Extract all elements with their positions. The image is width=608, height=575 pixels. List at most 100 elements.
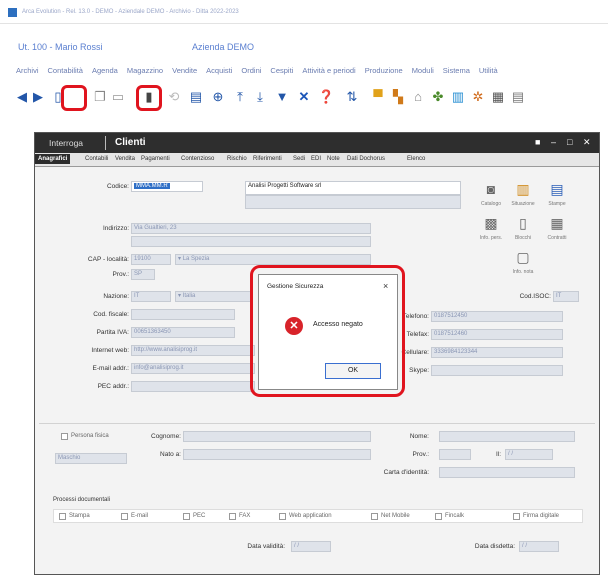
cellulare-input[interactable]: 3336984123344 [431, 347, 563, 358]
tab-note[interactable]: Note [327, 156, 340, 162]
filter-icon[interactable]: ▼ [274, 89, 290, 105]
print-icon[interactable]: ▤ [188, 89, 204, 105]
cognome-input[interactable] [183, 431, 371, 442]
menu-item-vendite[interactable]: Vendite [172, 66, 197, 75]
data-validita-input[interactable]: / / [291, 541, 331, 552]
codice-input[interactable]: MMA.MM.R [131, 181, 203, 192]
box-icon[interactable]: ⌂ [410, 89, 426, 105]
tab-contenzioso[interactable]: Contenzioso [181, 156, 214, 162]
tab-pagamenti[interactable]: Pagamenti [141, 156, 170, 162]
nazione-code-input[interactable]: IT [131, 291, 171, 302]
tab-elenco[interactable]: Elenco [407, 156, 425, 162]
tab-bar: Anagrafici Contabili Vendita Pagamenti C… [35, 153, 599, 167]
save-icon[interactable]: ▭ [110, 89, 126, 105]
stampe-printer-icon[interactable]: ▤ [547, 179, 567, 199]
switch-icon[interactable]: ⇅ [344, 89, 360, 105]
ragione-sociale-input[interactable]: Analisi Progetti Software srl [245, 181, 461, 195]
table-icon[interactable]: ▦ [490, 89, 506, 105]
indirizzo-input[interactable]: Via Gualtieri, 23 [131, 223, 371, 234]
last-record-icon[interactable]: ⤓ [252, 89, 268, 105]
next-icon[interactable]: ▶ [30, 89, 46, 105]
cancel-icon[interactable]: ⟲ [166, 89, 182, 105]
previous-icon[interactable]: ◀ [14, 89, 30, 105]
header-divider [105, 136, 106, 150]
menu-item-contabilita[interactable]: Contabilità [48, 66, 83, 75]
partita-iva-input[interactable]: 00651363450 [131, 327, 235, 338]
menu-item-archivi[interactable]: Archivi [16, 66, 39, 75]
settings-icon[interactable]: ✲ [470, 89, 486, 105]
info-pers-document-icon[interactable]: ▩ [481, 213, 501, 233]
tab-anagrafici[interactable]: Anagrafici [35, 154, 71, 164]
zoom-icon[interactable]: ⊕ [210, 89, 226, 105]
menu-item-utilita[interactable]: Utilità [479, 66, 498, 75]
prov-input[interactable]: SP [131, 269, 155, 280]
nome-input[interactable] [439, 431, 575, 442]
localita-input[interactable]: ▾ La Spezia [175, 254, 371, 265]
tab-riferimenti[interactable]: Riferimenti [253, 156, 282, 162]
minimize-icon[interactable]: – [551, 137, 556, 147]
menu-item-acquisti[interactable]: Acquisti [206, 66, 232, 75]
tab-sedi[interactable]: Sedi [293, 156, 305, 162]
menu-item-ordini[interactable]: Ordini [241, 66, 261, 75]
invio-firma-checkbox[interactable] [513, 513, 520, 520]
menu-item-magazzino[interactable]: Magazzino [127, 66, 163, 75]
tab-contabili[interactable]: Contabili [85, 156, 108, 162]
menu-item-produzione[interactable]: Produzione [365, 66, 403, 75]
menu-item-moduli[interactable]: Moduli [412, 66, 434, 75]
camera-icon[interactable]: ◙ [481, 179, 501, 199]
skype-input[interactable] [431, 365, 563, 376]
window-close-icon[interactable]: ✕ [583, 137, 591, 148]
situazione-chart-icon[interactable]: ▥ [513, 179, 533, 199]
info-nota-page-icon[interactable]: ▢ [513, 247, 533, 267]
cod-isoc-input[interactable]: IT [553, 291, 579, 302]
chart-bar-icon[interactable]: ▥ [450, 89, 466, 105]
copy-icon[interactable]: ❐ [92, 89, 108, 105]
internet-input[interactable]: http://www.analisiprog.it [131, 345, 255, 356]
data-disdetta-input[interactable]: / / [519, 541, 559, 552]
documents-icon[interactable]: ▚ [390, 89, 406, 105]
help-icon[interactable]: ❓ [318, 89, 334, 105]
telefax-input[interactable]: 0187512460 [431, 329, 563, 340]
cod-fiscale-input[interactable] [131, 309, 235, 320]
sesso-select[interactable]: Maschio [55, 453, 127, 464]
telefono-input[interactable]: 0187512450 [431, 311, 563, 322]
tools-icon[interactable]: ✤ [430, 89, 446, 105]
menu-item-cespiti[interactable]: Cespiti [270, 66, 293, 75]
tab-rischio[interactable]: Rischio [227, 156, 247, 162]
invio-email-checkbox[interactable] [121, 513, 128, 520]
menu-item-sistema[interactable]: Sistema [443, 66, 470, 75]
contratti-grid-icon[interactable]: ▦ [547, 213, 567, 233]
blocchi-caption: Blocchi [514, 235, 532, 241]
more-icon[interactable]: ▤ [510, 89, 526, 105]
ragione-sociale-2-input[interactable] [245, 195, 461, 209]
tab-dati-dochorus[interactable]: Dati Dochorus [347, 156, 385, 162]
invio-pec-checkbox[interactable] [183, 513, 190, 520]
cap-input[interactable]: 19100 [131, 254, 171, 265]
menu-item-attivita[interactable]: Attività e periodi [302, 66, 355, 75]
first-record-icon[interactable]: ⤒ [232, 89, 248, 105]
invio-fax-checkbox[interactable] [229, 513, 236, 520]
folder-icon[interactable]: ▀ [370, 89, 386, 105]
invio-stampa-checkbox[interactable] [59, 513, 66, 520]
menu-item-agenda[interactable]: Agenda [92, 66, 118, 75]
nato-input[interactable] [183, 449, 371, 460]
close-x-icon[interactable]: ✕ [296, 89, 312, 105]
invio-netmobile-checkbox[interactable] [371, 513, 378, 520]
data-nascita-input[interactable]: / / [505, 449, 553, 460]
prov2-input[interactable] [439, 449, 471, 460]
invio-web-checkbox[interactable] [279, 513, 286, 520]
pec-input[interactable] [131, 381, 255, 392]
carta-identita-input[interactable] [439, 467, 575, 478]
invio-fincalk-checkbox[interactable] [435, 513, 442, 520]
nazione-input[interactable]: ▾ Italia [175, 291, 251, 302]
indirizzo-2-input[interactable] [131, 236, 371, 247]
blocchi-book-icon[interactable]: ▯ [513, 213, 533, 233]
email-input[interactable]: info@analisiprog.it [131, 363, 255, 374]
pin-icon[interactable]: ■ [535, 137, 540, 147]
maximize-icon[interactable]: □ [567, 137, 572, 147]
persona-fisica-checkbox[interactable] [61, 433, 68, 440]
ok-button[interactable]: OK [325, 363, 381, 379]
dialog-close-icon[interactable]: × [383, 281, 388, 291]
tab-edi[interactable]: EDI [311, 156, 321, 162]
tab-vendita[interactable]: Vendita [115, 156, 135, 162]
